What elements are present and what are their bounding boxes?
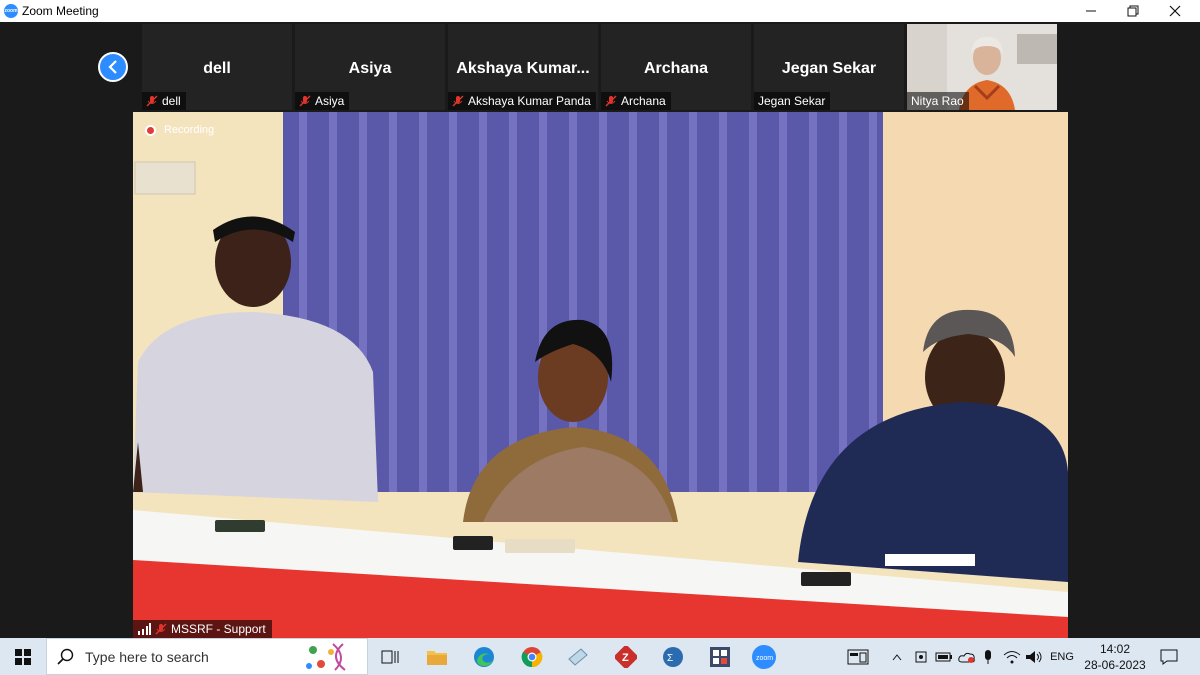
video-frame (133, 112, 1068, 638)
zoom-taskbar-button[interactable]: zoom (749, 642, 779, 672)
zoom-logo-icon: zoom (4, 4, 18, 18)
meeting-stage: dell dell Asiya Asiya Akshaya Kumar... A… (0, 22, 1200, 638)
close-icon (1169, 5, 1181, 17)
taskbar-clock[interactable]: 14:02 28-06-2023 (1083, 641, 1147, 673)
participant-tile-asiya[interactable]: Asiya Asiya (295, 24, 445, 110)
mic-muted-icon (605, 95, 617, 107)
notification-icon (1160, 649, 1178, 665)
recording-indicator[interactable]: Recording (145, 124, 214, 136)
battery-tray-button[interactable] (934, 638, 954, 675)
paper-app-icon (568, 648, 588, 666)
app-button-3[interactable]: Σ (658, 642, 688, 672)
meet-now-icon (915, 651, 927, 662)
participant-big-name: Jegan Sekar (781, 60, 877, 77)
battery-icon (935, 652, 952, 661)
main-video-feed[interactable]: Recording MSSRF - Support (133, 112, 1068, 638)
task-view-button[interactable] (375, 642, 405, 672)
clock-date: 28-06-2023 (1084, 658, 1146, 672)
microphone-icon (985, 649, 991, 664)
recording-icon (145, 124, 156, 136)
file-explorer-button[interactable] (422, 642, 452, 672)
participant-big-name: Akshaya Kumar... (456, 60, 590, 77)
notification-app-button[interactable] (845, 638, 871, 675)
participant-tile-jegan[interactable]: Jegan Sekar Jegan Sekar (754, 24, 904, 110)
participant-tile-dell[interactable]: dell dell (142, 24, 292, 110)
onedrive-tray-button[interactable] (956, 638, 978, 675)
chevron-up-icon (892, 653, 902, 660)
participant-name-label: dell (142, 92, 186, 110)
tray-icon-1[interactable] (912, 638, 930, 675)
participant-big-name: Archana (643, 60, 709, 77)
participant-name-label: Jegan Sekar (754, 92, 831, 110)
participant-big-name: Asiya (348, 60, 392, 77)
participant-name-label: Akshaya Kumar Panda (448, 92, 596, 110)
svg-text:Z: Z (622, 652, 629, 664)
restore-icon (1127, 5, 1139, 17)
windows-taskbar: Type here to search Z Σ zoom ENG 14:02 2… (0, 638, 1200, 675)
svg-text:Σ: Σ (667, 653, 673, 664)
zoom-app-icon: zoom (752, 645, 776, 669)
search-icon (57, 648, 74, 665)
minimize-button[interactable] (1068, 0, 1114, 22)
chrome-icon (521, 647, 543, 668)
minimize-icon (1086, 10, 1096, 12)
participant-tile-archana[interactable]: Archana Archana (601, 24, 751, 110)
calculator-app-icon: Σ (663, 647, 683, 667)
windows-logo-icon (15, 648, 31, 665)
notifications-button[interactable] (1156, 638, 1182, 675)
edge-browser-icon (474, 647, 494, 667)
window-app-icon (847, 649, 869, 664)
show-hidden-icons-button[interactable] (890, 638, 904, 675)
clock-time: 14:02 (1099, 642, 1131, 656)
participant-name-label: Nitya Rao (907, 92, 969, 110)
task-view-icon (381, 650, 399, 664)
restore-button[interactable] (1110, 0, 1156, 22)
mic-muted-icon (299, 95, 311, 107)
input-language-button[interactable]: ENG (1048, 638, 1076, 675)
participant-tile-akshaya[interactable]: Akshaya Kumar... Akshaya Kumar Panda (448, 24, 598, 110)
app-button-4[interactable] (705, 642, 735, 672)
signal-strength-icon (138, 623, 151, 635)
main-video-name-label: MSSRF - Support (133, 620, 272, 638)
taskbar-search-box[interactable]: Type here to search (46, 638, 368, 675)
mic-muted-icon (146, 95, 158, 107)
mic-muted-icon (452, 95, 464, 107)
participant-name-label: Archana (601, 92, 671, 110)
microphone-tray-button[interactable] (980, 638, 996, 675)
mic-muted-icon (155, 623, 167, 635)
svg-text:zoom: zoom (756, 655, 773, 662)
previous-page-button[interactable] (98, 52, 128, 82)
chevron-left-icon (108, 60, 117, 74)
zotero-icon: Z (615, 646, 637, 668)
window-title: Zoom Meeting (22, 4, 99, 18)
participant-name-label: Asiya (295, 92, 350, 110)
start-button[interactable] (0, 638, 46, 675)
app-button-1[interactable] (563, 642, 593, 672)
edge-button[interactable] (469, 642, 499, 672)
folder-icon (427, 651, 447, 665)
search-highlight-icon (306, 643, 346, 671)
participant-big-name: dell (203, 60, 231, 77)
language-label: ENG (1050, 650, 1074, 663)
speaker-icon (1026, 650, 1042, 663)
recording-label: Recording (164, 124, 215, 136)
wifi-tray-button[interactable] (1002, 638, 1022, 675)
volume-tray-button[interactable] (1024, 638, 1044, 675)
search-placeholder: Type here to search (85, 648, 209, 665)
close-button[interactable] (1152, 0, 1198, 22)
grid-app-icon (710, 647, 730, 667)
cloud-icon (958, 652, 975, 663)
chrome-button[interactable] (517, 642, 547, 672)
wifi-icon (1003, 650, 1021, 663)
app-button-2[interactable]: Z (611, 642, 641, 672)
title-bar: zoom Zoom Meeting (0, 0, 1200, 22)
participant-tile-nitya[interactable]: Nitya Rao (907, 24, 1057, 110)
